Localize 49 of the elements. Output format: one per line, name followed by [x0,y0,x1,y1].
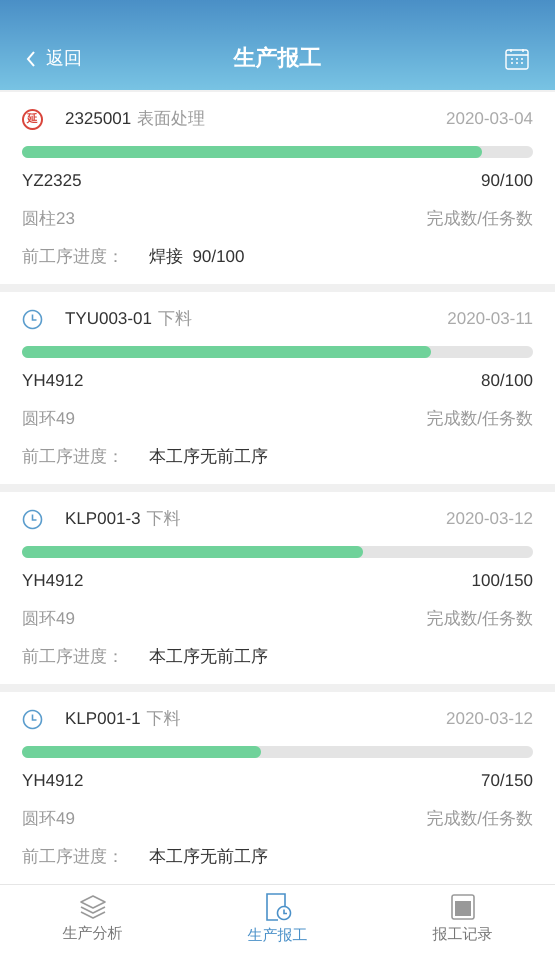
order-card[interactable]: KLP001-3 下料 2020-03-12 YH4912 100/150 圆环49 完成数/任务数 前工序进度： 本工序无前工序 [0,492,555,684]
previous-step-value: 本工序无前工序 [149,446,268,468]
process-name: 表面处理 [137,108,206,130]
part-number: YH4912 [22,570,84,592]
previous-step-label: 前工序进度： [22,446,125,468]
count-value: 80/100 [481,370,533,392]
process-name: 下料 [146,508,181,530]
part-name: 圆环49 [22,408,75,430]
process-name: 下料 [146,708,181,730]
previous-step-value: 焊接 90/100 [149,246,244,268]
order-card[interactable]: KLP001-1 下料 2020-03-12 YH4912 70/150 圆环49 完成数/任务数 前工序进度： 本工序无前工序 [0,692,555,884]
count-label: 完成数/任务数 [426,408,533,430]
count-value: 70/150 [481,770,533,792]
calendar-icon[interactable] [505,48,529,70]
previous-step-label: 前工序进度： [22,846,125,868]
delayed-badge: 延 [22,108,43,130]
count-label: 完成数/任务数 [426,608,533,630]
chevron-left-icon [26,50,36,68]
order-date: 2020-03-12 [446,708,533,730]
order-code: TYU003-01 [65,308,152,330]
part-name: 圆柱23 [22,208,75,230]
order-card[interactable]: TYU003-01 下料 2020-03-11 YH4912 80/100 圆环49 完成数/任务数 前工序进度： 本工序无前工序 [0,292,555,484]
previous-step-label: 前工序进度： [22,246,125,268]
order-date: 2020-03-12 [446,508,533,530]
page-title: 生产报工 [234,44,322,72]
part-number: YH4912 [22,370,84,392]
order-card[interactable]: 延 2325001 表面处理 2020-03-04 YZ2325 90/100 圆柱23 完成数/任务数 前工序进度： 焊接 90/100 [0,92,555,284]
order-date: 2020-03-11 [447,308,533,330]
previous-step-value: 本工序无前工序 [149,846,268,868]
tab[interactable]: 生产分析 [0,885,185,954]
order-code: 2325001 [65,108,132,130]
process-name: 下料 [158,308,192,330]
order-code: KLP001-1 [65,708,141,730]
count-label: 完成数/任务数 [426,208,533,230]
count-label: 完成数/任务数 [426,808,533,830]
count-value: 100/150 [472,570,533,592]
document-clock-icon [264,892,292,922]
layers-icon [78,894,106,920]
count-value: 90/100 [481,170,533,192]
part-number: YZ2325 [22,170,82,192]
tab[interactable]: 报工记录 [370,885,555,954]
previous-step-value: 本工序无前工序 [149,646,268,668]
part-number: YH4912 [22,770,84,792]
previous-step-label: 前工序进度： [22,646,125,668]
order-date: 2020-03-04 [446,108,533,130]
window-icon [450,892,476,921]
order-code: KLP001-3 [65,508,141,530]
part-name: 圆环49 [22,608,75,630]
part-name: 圆环49 [22,808,75,830]
